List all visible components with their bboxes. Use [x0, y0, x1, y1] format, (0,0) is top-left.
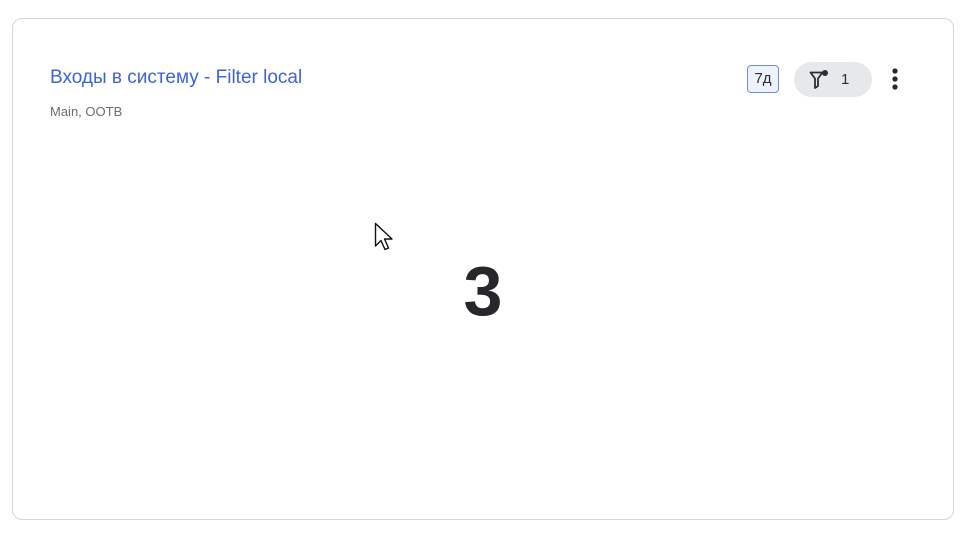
widget-subtitle: Main, OOTB [50, 104, 123, 119]
filter-count: 1 [841, 71, 850, 88]
period-badge[interactable]: 7д [747, 65, 779, 93]
metric-value: 3 [463, 252, 503, 330]
more-vertical-icon[interactable] [883, 63, 907, 95]
filter-icon [809, 70, 828, 89]
filter-button[interactable]: 1 [794, 62, 872, 97]
widget-title[interactable]: Входы в систему - Filter local [50, 67, 302, 89]
widget-card: Входы в систему - Filter local Main, OOT… [12, 18, 954, 520]
